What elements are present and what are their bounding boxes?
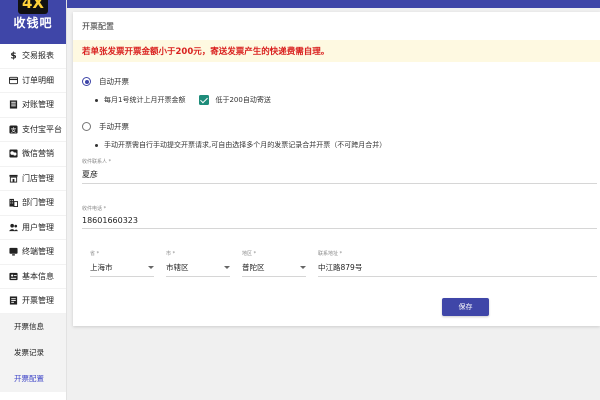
auto-invoice-detail: 每月1号统计上月开票金额 低于200自动寄送	[95, 95, 271, 105]
logo[interactable]: 4X 收钱吧	[0, 0, 66, 44]
warning-banner: 若单张发票开票金额小于200元，寄送发票产生的快递费需自理。	[73, 40, 600, 62]
sidebar-item-terminals[interactable]: 终端管理	[0, 240, 66, 265]
province-label: 省 *	[90, 251, 100, 257]
phone-field[interactable]: 收件电话 * 18601660323	[82, 205, 597, 229]
chevron-down-icon	[224, 266, 230, 269]
sidebar: 4X 收钱吧 $ 交易报表 订单明细 对账管理 支 支付宝平台 微信营销 门店管…	[0, 0, 67, 400]
card-icon	[9, 76, 18, 85]
sidebar-item-alipay[interactable]: 支 支付宝平台	[0, 118, 66, 142]
terminal-icon	[9, 247, 18, 256]
district-value: 普陀区	[242, 263, 265, 272]
svg-text:支: 支	[11, 126, 17, 134]
manual-invoice-radio[interactable]	[82, 122, 91, 131]
svg-text:$: $	[10, 52, 16, 60]
address-underline	[318, 276, 597, 277]
sidebar-item-departments[interactable]: 部门管理	[0, 191, 66, 216]
bullet-dot	[95, 143, 98, 147]
chevron-down-icon	[148, 266, 154, 269]
users-icon	[9, 223, 18, 232]
invoice-icon	[9, 296, 18, 305]
chevron-down-icon	[300, 266, 306, 269]
phone-label: 收件电话 *	[82, 206, 107, 212]
save-button[interactable]: 保存	[442, 298, 489, 316]
ledger-icon	[9, 100, 18, 109]
auto-invoice-option[interactable]: 自动开票	[82, 76, 129, 87]
city-value: 市辖区	[166, 263, 189, 272]
sidebar-item-wechat[interactable]: 微信营销	[0, 142, 66, 167]
address-label: 联系地址 *	[318, 251, 343, 257]
auto-invoice-bullet: 每月1号统计上月开票金额	[104, 96, 186, 104]
sidebar-item-invoice-management[interactable]: 开票管理	[0, 289, 66, 314]
manual-invoice-detail: 手动开票需自行手动提交开票请求,可自由选择多个月的发票记录合并开票（不可跨月合并…	[95, 140, 386, 150]
auto-mail-checkbox-label: 低于200自动寄送	[215, 96, 271, 104]
page-title: 开票配置	[82, 22, 114, 31]
phone-input[interactable]: 18601660323	[82, 216, 597, 225]
manual-invoice-option[interactable]: 手动开票	[82, 121, 129, 132]
city-label: 市 *	[166, 251, 176, 257]
city-underline	[166, 276, 230, 277]
sidebar-item-stores[interactable]: 门店管理	[0, 167, 66, 191]
bullet-dot	[95, 98, 98, 102]
sidebar-subitem-invoice-records[interactable]: 发票记录	[0, 339, 66, 366]
store-icon	[9, 174, 18, 183]
sidebar-item-users[interactable]: 用户管理	[0, 216, 66, 240]
city-select[interactable]: 市 * 市辖区	[166, 250, 230, 277]
province-value: 上海市	[90, 263, 113, 272]
district-underline	[242, 276, 306, 277]
province-select[interactable]: 省 * 上海市	[90, 250, 154, 277]
alipay-icon: 支	[9, 125, 18, 134]
address-field[interactable]: 联系地址 * 中江路879号	[318, 250, 597, 277]
sidebar-item-basic-info[interactable]: 基本信息	[0, 265, 66, 289]
manual-invoice-bullet: 手动开票需自行手动提交开票请求,可自由选择多个月的发票记录合并开票（不可跨月合并…	[104, 141, 387, 149]
manual-invoice-label: 手动开票	[99, 122, 129, 131]
sidebar-item-transaction-report[interactable]: $ 交易报表	[0, 44, 66, 69]
auto-mail-checkbox[interactable]	[199, 95, 210, 105]
info-icon	[9, 272, 18, 281]
logo-mark: 4X	[18, 0, 48, 14]
contact-label: 收件联系人 *	[82, 159, 112, 165]
logo-text: 收钱吧	[13, 16, 53, 30]
sidebar-item-reconciliation[interactable]: 对账管理	[0, 93, 66, 118]
contact-underline	[82, 183, 597, 184]
auto-invoice-radio[interactable]	[82, 77, 91, 86]
district-label: 地区 *	[242, 251, 257, 257]
sidebar-item-order-details[interactable]: 订单明细	[0, 69, 66, 93]
building-icon	[9, 198, 18, 208]
auto-invoice-label: 自动开票	[99, 77, 129, 86]
invoice-config-card: 开票配置 若单张发票开票金额小于200元，寄送发票产生的快递费需自理。 自动开票…	[73, 12, 600, 326]
address-input[interactable]: 中江路879号	[318, 262, 597, 273]
district-select[interactable]: 地区 * 普陀区	[242, 250, 306, 277]
contact-field[interactable]: 收件联系人 * 夏彦	[82, 158, 597, 184]
top-bar	[67, 0, 600, 8]
phone-underline	[82, 228, 597, 229]
dollar-icon: $	[9, 51, 18, 60]
contact-input[interactable]: 夏彦	[82, 169, 597, 180]
sidebar-subitem-invoice-info[interactable]: 开票信息	[0, 313, 66, 340]
province-underline	[90, 276, 154, 277]
sidebar-subitem-invoice-config[interactable]: 开票配置	[0, 365, 66, 392]
wechat-icon	[9, 149, 18, 158]
